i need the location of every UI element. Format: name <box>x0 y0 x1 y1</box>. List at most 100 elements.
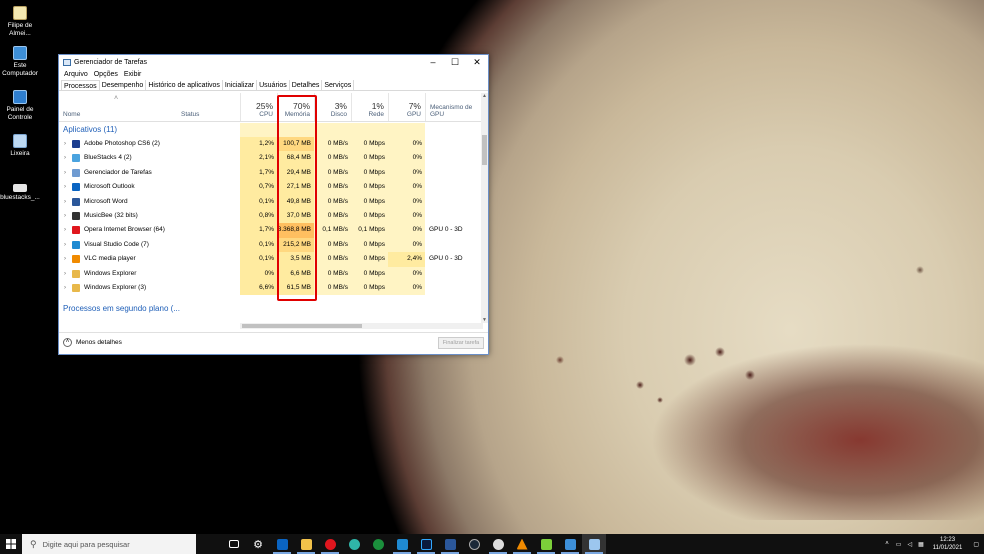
task-manager-taskbar-icon[interactable] <box>582 534 606 554</box>
musicbee-icon[interactable] <box>486 534 510 554</box>
desktop-icon-label: Lixeira <box>10 150 30 157</box>
chevron-right-icon[interactable]: › <box>64 252 66 266</box>
col-disk[interactable]: 3% Disco <box>314 93 351 121</box>
table-row[interactable]: › Opera Internet Browser (64) 1,7% 3.368,8 … <box>59 223 483 238</box>
minimize-button[interactable]: – <box>422 55 444 69</box>
table-row[interactable]: › Windows Explorer 0% 6,6 MB 0 MB/s 0 Mbps 0% <box>59 266 483 281</box>
sort-up-icon[interactable]: ˄ <box>114 95 118 102</box>
desktop-icon-bluestacks[interactable]: bluestacks_... <box>0 180 40 202</box>
outlook-icon[interactable] <box>270 534 294 554</box>
bluestacks-icon[interactable] <box>534 534 558 554</box>
col-gpu[interactable]: 7% GPU <box>388 93 425 121</box>
chevron-right-icon[interactable]: › <box>64 166 66 180</box>
col-gpu-engine[interactable]: Mecanismo de GPU <box>425 93 483 121</box>
task-view-icon[interactable] <box>222 534 246 554</box>
vertical-scrollbar[interactable]: ▲ ▼ <box>481 93 488 323</box>
gpu-engine-value <box>425 180 483 194</box>
photoshop-icon[interactable] <box>414 534 438 554</box>
process-name: Visual Studio Code (7) <box>84 240 149 248</box>
process-name-cell: › Opera Internet Browser (64) <box>59 223 240 237</box>
chevron-right-icon[interactable]: › <box>64 195 66 209</box>
group-background-label: Processos em segundo plano (... <box>63 304 180 313</box>
chevron-right-icon[interactable]: › <box>64 209 66 223</box>
maximize-button[interactable]: ☐ <box>444 55 466 69</box>
tab-historico[interactable]: Histórico de aplicativos <box>146 80 223 90</box>
col-status[interactable]: Status <box>181 111 199 118</box>
horizontal-scrollbar[interactable] <box>240 323 483 329</box>
table-row[interactable]: › VLC media player 0,1% 3,5 MB 0 MB/s 0 Mbps 2… <box>59 252 483 267</box>
table-row[interactable]: › BlueStacks 4 (2) 2,1% 68,4 MB 0 MB/s 0 Mbps… <box>59 151 483 166</box>
vscode-icon[interactable] <box>390 534 414 554</box>
process-name-cell: › Gerenciador de Tarefas <box>59 166 240 180</box>
tab-desempenho[interactable]: Desempenho <box>100 80 147 90</box>
process-name: Adobe Photoshop CS6 (2) <box>84 140 160 147</box>
chevron-right-icon[interactable]: › <box>64 137 66 151</box>
desktop-icon-recycle-bin[interactable]: Lixeira <box>0 134 40 158</box>
xbox-icon[interactable] <box>366 534 390 554</box>
start-button[interactable] <box>0 534 22 554</box>
gpu-engine-value: GPU 0 - 3D <box>429 255 463 263</box>
window-title: Gerenciador de Tarefas <box>74 58 148 66</box>
col-network[interactable]: 1% Rede <box>351 93 388 121</box>
chevron-right-icon[interactable]: › <box>64 223 66 237</box>
process-name-cell: › MusicBee (32 bits) <box>59 209 240 223</box>
word-icon[interactable] <box>438 534 462 554</box>
desktop-icon-file[interactable]: Filipe de Almei... <box>0 6 40 38</box>
less-details-button[interactable]: ˄ Menos detalhes <box>63 338 122 347</box>
scrollbar-thumb-h[interactable] <box>242 324 362 328</box>
table-row[interactable]: › Adobe Photoshop CS6 (2) 1,2% 100,7 MB 0 MB… <box>59 137 483 152</box>
remote-desktop-icon[interactable] <box>558 534 582 554</box>
file-explorer-icon[interactable] <box>294 534 318 554</box>
col-cpu[interactable]: 25% CPU <box>240 93 277 121</box>
table-row[interactable]: › Microsoft Outlook 0,7% 27,1 MB 0 MB/s 0 Mbp… <box>59 180 483 195</box>
gpu-engine-value <box>425 151 483 165</box>
table-row[interactable]: › Microsoft Word 0,1% 49,8 MB 0 MB/s 0 Mbps 0% <box>59 194 483 209</box>
col-name[interactable]: Nome <box>63 111 80 118</box>
vlc-icon[interactable] <box>510 534 534 554</box>
chevron-right-icon[interactable]: › <box>64 180 66 194</box>
settings-icon[interactable]: ⚙ <box>246 534 270 554</box>
tab-detalhes[interactable]: Detalhes <box>290 80 323 90</box>
chevron-right-icon[interactable]: › <box>64 267 66 281</box>
network-value: 0,1 Mbps <box>351 223 388 238</box>
process-name: Windows Explorer <box>84 269 137 277</box>
group-header-background[interactable]: Processos em segundo plano (... <box>59 302 483 316</box>
tab-servicos[interactable]: Serviços <box>322 80 355 90</box>
end-task-button[interactable]: Finalizar tarefa <box>438 337 484 349</box>
cpu-value: 0% <box>240 266 277 281</box>
group-header-apps[interactable]: Aplicativos (11) <box>59 123 483 138</box>
scrollbar-thumb[interactable] <box>482 135 487 165</box>
table-row[interactable]: › Gerenciador de Tarefas 1,7% 29,4 MB 0 MB/s… <box>59 165 483 181</box>
volume-icon[interactable]: ◁ <box>904 541 915 548</box>
chevron-right-icon[interactable]: › <box>64 281 66 295</box>
table-row[interactable]: › MusicBee (32 bits) 0,8% 37,0 MB 0 MB/s 0 Mb… <box>59 209 483 224</box>
table-row[interactable]: › Windows Explorer (3) 6,6% 61,5 MB 0 MB/s 0 … <box>59 281 483 296</box>
table-row[interactable]: › Visual Studio Code (7) 0,1% 215,2 MB 0 MB/… <box>59 237 483 253</box>
opera-icon[interactable] <box>318 534 342 554</box>
clock[interactable]: 12:23 11/01/2021 <box>927 536 969 552</box>
chevron-right-icon[interactable]: › <box>64 151 66 165</box>
close-button[interactable]: ✕ <box>466 55 488 69</box>
network-value: 0 Mbps <box>351 180 388 195</box>
disk-value: 0 MB/s <box>314 209 351 224</box>
desktop-icon-computer[interactable]: Este Computador <box>0 46 40 78</box>
network-icon[interactable]: ▭ <box>893 541 905 548</box>
title-bar[interactable]: Gerenciador de Tarefas – ☐ ✕ <box>59 55 488 69</box>
language-icon[interactable]: ▦ <box>915 541 927 548</box>
process-name-cell: › Microsoft Word <box>59 195 240 209</box>
notifications-icon[interactable]: ▢ <box>968 541 984 548</box>
chevron-right-icon[interactable]: › <box>64 238 66 252</box>
tab-processos[interactable]: Processos <box>61 80 100 90</box>
disk-percent: 3% <box>334 101 347 111</box>
desktop-icon-control-panel[interactable]: Painel de Controle <box>0 90 40 122</box>
steam-icon[interactable] <box>462 534 486 554</box>
menu-opcoes[interactable]: Opções <box>91 69 121 80</box>
tab-usuarios[interactable]: Usuários <box>257 80 290 90</box>
tab-inicializar[interactable]: Inicializar <box>223 80 258 90</box>
taskbar-search[interactable]: ⚲ Digite aqui para pesquisar <box>22 534 196 554</box>
gpu-label: GPU <box>406 111 421 118</box>
edge-icon[interactable] <box>342 534 366 554</box>
chevron-up-icon[interactable]: ˄ <box>881 541 893 547</box>
menu-arquivo[interactable]: Arquivo <box>61 69 91 80</box>
menu-exibir[interactable]: Exibir <box>121 69 145 80</box>
